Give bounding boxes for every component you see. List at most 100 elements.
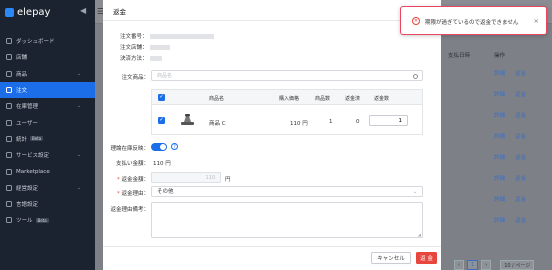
refund-submit-button[interactable]: 返 金 (416, 252, 437, 264)
header-refunded: 返金済 (345, 95, 361, 102)
beta-badge: Beta (30, 136, 44, 142)
dialog-footer-divider (103, 246, 441, 247)
sidebar-item-4[interactable]: 在庫管理 ⌄ (0, 98, 95, 114)
cancel-button[interactable]: キャンセル (371, 252, 411, 264)
refund-note-label: 返金理由備考： (110, 207, 149, 213)
sidebar-item-0[interactable]: ダッシュボード (0, 33, 95, 49)
cell-product-name: 商品 C (209, 121, 226, 127)
sidebar-item-11[interactable]: ツール Beta (0, 212, 95, 228)
sidebar-item-label: 統計 (16, 136, 28, 143)
row-refund-link[interactable]: 返金 (515, 153, 526, 161)
row-refund-link[interactable]: 返金 (515, 132, 526, 140)
nav-icon (6, 119, 12, 126)
refund-note-textarea[interactable]: ◢ (151, 202, 423, 238)
page-number-current[interactable]: 1 (467, 260, 479, 270)
close-icon[interactable]: × (534, 17, 539, 25)
refund-qty-input[interactable]: 1 (369, 115, 408, 126)
nav-icon (6, 103, 12, 110)
header-refund-qty: 返金数 (374, 95, 390, 102)
sidebar-item-label: 注文 (16, 88, 28, 95)
row-refund-link[interactable]: 返金 (515, 69, 526, 77)
nav-icon (6, 135, 12, 142)
sidebar-item-label: 商品 (16, 71, 28, 78)
paid-amount-value: 110 円 (153, 161, 171, 167)
row-detail-link[interactable]: 詳細 (494, 216, 505, 224)
restock-toggle[interactable] (151, 143, 167, 151)
select-all-checkbox[interactable]: ✓ (158, 94, 165, 101)
header-product-name: 商品名 (209, 95, 225, 102)
row-detail-link[interactable]: 詳細 (494, 132, 505, 140)
row-refund-link[interactable]: 返金 (515, 174, 526, 182)
brand-name: elepay (17, 6, 51, 18)
refund-reason-label: 返金理由： (121, 191, 149, 197)
beta-badge: Beta (35, 217, 49, 223)
next-page-button[interactable]: › (481, 260, 492, 270)
row-refund-link[interactable]: 返金 (515, 111, 526, 119)
sidebar-item-5[interactable]: ユーザー (0, 114, 95, 130)
row-refund-link[interactable]: 返金 (515, 195, 526, 203)
product-search-placeholder: 商品名 (157, 73, 173, 79)
chevron-down-icon: ⌄ (76, 152, 81, 159)
page-size-select[interactable]: 10 / ページ (500, 260, 535, 270)
cell-purchase-price: 110 円 (290, 121, 308, 127)
payment-method-value-redacted (149, 56, 162, 61)
nav-icon (6, 152, 12, 159)
sidebar-item-1[interactable]: 店舗 (0, 49, 95, 65)
order-number-row: 注文番号： (120, 32, 214, 40)
row-refund-link[interactable]: 返金 (515, 216, 526, 224)
sidebar-item-9[interactable]: 経営設定 ⌄ (0, 180, 95, 196)
sidebar-item-7[interactable]: サービス設定 ⌄ (0, 147, 95, 163)
chevron-down-icon: ⌄ (76, 70, 81, 77)
resize-handle-icon[interactable]: ◢ (418, 232, 421, 237)
row-detail-link[interactable]: 詳細 (494, 153, 505, 161)
row-detail-link[interactable]: 詳細 (494, 111, 505, 119)
product-thumbnail (181, 114, 194, 125)
nav-icon (6, 184, 12, 191)
header-item-count: 商品数 (315, 95, 331, 102)
row-detail-link[interactable]: 詳細 (494, 195, 505, 203)
sidebar-item-8[interactable]: Marketplace (0, 163, 95, 179)
products-label: 注文商品： (121, 75, 149, 81)
sidebar-item-label: Marketplace (16, 168, 50, 175)
order-store-value-redacted (149, 45, 170, 50)
elepay-logo-icon (5, 7, 14, 17)
order-table-visible-columns: 支払日時 操作 詳細 返金 詳細 返金 詳細 返金 詳細 返金 詳細 返金 詳細 返金 詳細 返金 詳細 返金… (448, 24, 548, 270)
row-detail-link[interactable]: 詳細 (494, 90, 505, 98)
order-number-value-redacted (149, 34, 214, 39)
sidebar-item-label: 店舗 (16, 55, 28, 62)
column-header-actions: 操作 (494, 53, 506, 59)
row-detail-link[interactable]: 詳細 (494, 174, 505, 182)
nav-icon (6, 54, 12, 61)
column-header-paid-at: 支払日時 (448, 53, 471, 59)
sidebar-item-10[interactable]: 言語設定 (0, 196, 95, 212)
sidebar-item-6[interactable]: 統計 Beta (0, 131, 95, 147)
sidebar-item-label: ユーザー (16, 120, 38, 127)
nav-icon (6, 38, 12, 45)
chevron-down-icon: ⌄ (76, 184, 81, 191)
help-icon[interactable]: ? (171, 143, 178, 150)
sidebar-item-label: 言語設定 (16, 202, 39, 209)
nav-icon (6, 168, 12, 175)
header-purchase-price: 購入価格 (279, 95, 300, 102)
payment-method-label: 決済方法： (120, 56, 148, 62)
prev-page-button[interactable]: ‹ (454, 260, 464, 270)
nav-icon (6, 217, 12, 224)
chevron-down-icon: ⌄ (412, 189, 417, 195)
sidebar-item-3[interactable]: 注文 (0, 81, 95, 99)
product-search-input[interactable]: 商品名 (151, 70, 423, 81)
sidebar: elepay ◀ ダッシュボード 店舗 商品 ⌄ 注文 在庫管理 ⌄ ユーザー 統計 Beta サー… (0, 0, 95, 270)
refund-reason-select[interactable]: その他 ⌄ (151, 186, 423, 197)
dialog-header-divider (103, 20, 441, 21)
error-toast: ✕ 期限が過ぎているので返金できません × (400, 6, 547, 35)
row-checkbox[interactable]: ✓ (158, 117, 165, 124)
row-refund-link[interactable]: 返金 (515, 90, 526, 98)
refund-amount-unit: 円 (225, 177, 231, 183)
refund-dialog: 返金 注文番号： 注文店舗： 決済方法： 注文商品： 商品名 ✓ 商品名 購入価… (103, 0, 441, 270)
refund-amount-input[interactable]: 110 (151, 172, 221, 183)
collapse-sidebar-icon[interactable]: ◀ (80, 6, 86, 15)
sidebar-item-2[interactable]: 商品 ⌄ (0, 66, 95, 82)
sidebar-item-label: ダッシュボード (16, 39, 55, 46)
refund-reason-value: その他 (157, 189, 174, 195)
payment-method-row: 決済方法： (120, 54, 162, 62)
row-detail-link[interactable]: 詳細 (494, 69, 505, 77)
